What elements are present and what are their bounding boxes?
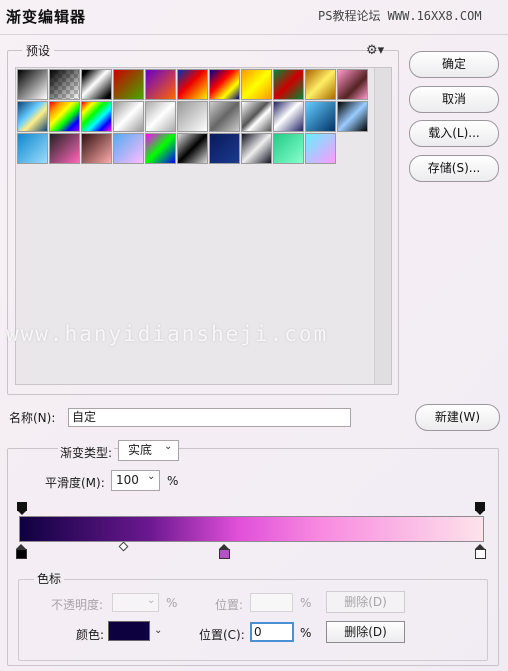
opacity-label: 不透明度: [51, 598, 104, 612]
color-stops-label: 色标 [34, 570, 65, 587]
name-label: 名称(N): [9, 411, 56, 425]
name-input[interactable]: 自定 [68, 408, 351, 427]
preset-swatch[interactable] [81, 69, 112, 100]
preset-swatch[interactable] [49, 69, 80, 100]
smoothness-label: 平滑度(M): [45, 476, 105, 490]
preset-swatch[interactable] [49, 101, 80, 132]
ok-button[interactable]: 确定 [409, 51, 499, 78]
dialog-title: 渐变编辑器 [6, 8, 87, 26]
preset-swatch[interactable] [81, 101, 112, 132]
preset-swatch[interactable] [113, 133, 144, 164]
opacity-delete-button[interactable]: 删除(D) [326, 591, 405, 613]
preset-swatch[interactable] [145, 101, 176, 132]
preset-swatch[interactable] [241, 101, 272, 132]
preset-swatch[interactable] [49, 133, 80, 164]
title-divider [0, 34, 508, 35]
preset-swatch[interactable] [17, 101, 48, 132]
preset-swatch[interactable] [305, 101, 336, 132]
preset-swatch[interactable] [177, 133, 208, 164]
preset-swatch[interactable] [305, 133, 336, 164]
color-stop-middle[interactable] [219, 544, 230, 559]
color-position-input[interactable]: 0 [250, 622, 294, 642]
preset-swatch[interactable] [145, 133, 176, 164]
smoothness-unit: % [167, 474, 179, 488]
load-button[interactable]: 载入(L)... [409, 120, 499, 147]
color-label: 颜色: [76, 628, 105, 642]
preset-swatch[interactable] [305, 69, 336, 100]
chevron-down-icon[interactable]: ⌄ [164, 441, 172, 452]
preset-swatch[interactable] [177, 69, 208, 100]
presets-label: 预设 [22, 42, 55, 59]
preset-swatch[interactable] [113, 69, 144, 100]
color-position-unit: % [300, 626, 312, 640]
preset-swatch[interactable] [273, 101, 304, 132]
preset-swatch[interactable] [17, 133, 48, 164]
preset-swatch[interactable] [209, 101, 240, 132]
opacity-stop-left[interactable] [17, 502, 27, 515]
color-stop-start[interactable] [16, 544, 27, 559]
preset-swatch[interactable] [273, 69, 304, 100]
new-button[interactable]: 新建(W) [415, 404, 500, 431]
preset-swatch[interactable] [241, 69, 272, 100]
preset-swatch[interactable] [209, 133, 240, 164]
color-stop-end[interactable] [475, 544, 486, 559]
site-watermark: PS教程论坛 WWW.16XX8.COM [318, 9, 482, 23]
cancel-button[interactable]: 取消 [409, 86, 499, 113]
preset-swatch[interactable] [17, 69, 48, 100]
opacity-unit: % [166, 596, 178, 610]
preset-swatch[interactable] [177, 101, 208, 132]
color-stops-group [18, 579, 488, 661]
color-delete-button[interactable]: 删除(D) [326, 621, 405, 643]
gear-icon[interactable]: ⚙▾ [366, 43, 384, 58]
opacity-position-label: 位置: [215, 598, 244, 612]
preset-swatch[interactable] [273, 133, 304, 164]
opacity-position-unit: % [300, 596, 312, 610]
opacity-position-input[interactable] [250, 593, 293, 612]
gradient-type-label: 渐变类型: [58, 444, 115, 461]
gradient-bar[interactable] [19, 516, 484, 542]
chevron-down-icon[interactable]: ⌄ [147, 471, 155, 482]
color-swatch[interactable] [108, 621, 150, 641]
preset-swatch[interactable] [145, 69, 176, 100]
preset-swatch[interactable] [241, 133, 272, 164]
color-position-label: 位置(C): [199, 628, 245, 642]
overlay-watermark: www.hanyidiansheji.com [6, 322, 329, 346]
preset-swatch[interactable] [81, 133, 112, 164]
chevron-down-icon[interactable]: ⌄ [147, 595, 155, 606]
save-button[interactable]: 存储(S)... [409, 155, 499, 182]
preset-swatch[interactable] [337, 101, 368, 132]
preset-scrollbar[interactable] [374, 68, 391, 384]
opacity-stop-right[interactable] [475, 502, 485, 515]
preset-swatch[interactable] [337, 69, 368, 100]
preset-swatch[interactable] [113, 101, 144, 132]
preset-swatch[interactable] [209, 69, 240, 100]
chevron-down-icon[interactable]: ⌄ [154, 625, 162, 636]
